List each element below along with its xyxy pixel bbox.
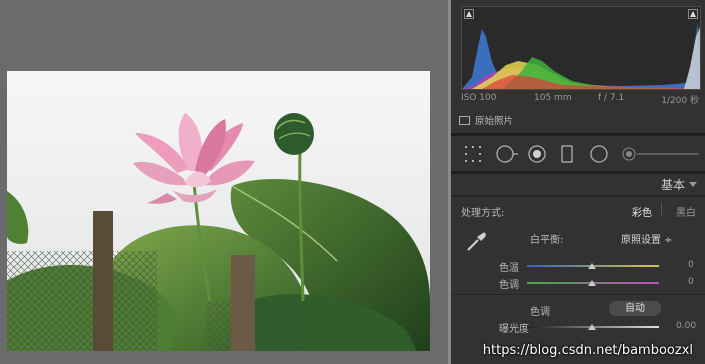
- white-balance-select[interactable]: 原照设置 ÷: [621, 231, 673, 246]
- section-divider: [451, 195, 705, 197]
- temp-label: 色温: [499, 263, 519, 274]
- tone-label: 色调: [530, 307, 550, 318]
- section-divider: [451, 133, 705, 136]
- watermark-text: https://blog.csdn.net/bamboozxl: [482, 343, 693, 358]
- collapse-triangle-icon[interactable]: [689, 182, 697, 187]
- tint-value[interactable]: 0: [688, 277, 694, 287]
- treatment-bw-option[interactable]: 黑白: [676, 204, 696, 219]
- shutter-speed: 1/200 秒: [661, 96, 699, 106]
- auto-tone-button[interactable]: 自动: [609, 301, 661, 316]
- tool-strip: [451, 140, 705, 168]
- crop-overlay-icon[interactable]: [463, 144, 483, 164]
- white-balance-label: 白平衡:: [530, 235, 564, 246]
- histogram-exif: ISO 100 105 mm f / 7.1 1/200 秒: [461, 93, 699, 107]
- focal-length: 105 mm: [534, 93, 572, 103]
- treatment-label: 处理方式:: [461, 208, 505, 219]
- radial-filter-icon[interactable]: [588, 144, 610, 164]
- original-photo-toggle[interactable]: 原始照片: [459, 113, 513, 127]
- treatment-separator: [661, 202, 662, 216]
- tint-thumb[interactable]: [588, 280, 596, 286]
- red-eye-icon[interactable]: [527, 144, 547, 164]
- original-photo-checkbox[interactable]: [459, 115, 470, 125]
- tint-label: 色调: [499, 280, 519, 291]
- exposure-value[interactable]: 0.00: [676, 321, 696, 331]
- histogram: [461, 6, 701, 90]
- eyedropper-icon[interactable]: [465, 229, 489, 253]
- section-divider: [451, 294, 705, 295]
- exposure-label: 曝光度: [499, 324, 529, 335]
- spot-removal-icon[interactable]: [494, 144, 518, 164]
- original-photo-label: 原始照片: [475, 116, 514, 127]
- graduated-filter-icon[interactable]: [559, 144, 575, 164]
- basic-panel-title[interactable]: 基本: [661, 176, 685, 193]
- shadow-clipping-icon[interactable]: [464, 9, 474, 19]
- image-canvas: [0, 0, 448, 364]
- photo-preview[interactable]: [7, 71, 430, 351]
- histogram-graph: [462, 22, 700, 89]
- lotus-photo: [7, 71, 430, 351]
- exposure-thumb[interactable]: [588, 324, 596, 330]
- treatment-color-option[interactable]: 彩色: [632, 204, 652, 219]
- iso-value: ISO 100: [461, 93, 497, 103]
- section-divider: [451, 171, 705, 174]
- adjustment-brush-slider[interactable]: [621, 144, 701, 164]
- develop-right-panel: ISO 100 105 mm f / 7.1 1/200 秒 原始照片 基本 处…: [451, 0, 705, 364]
- highlight-clipping-icon[interactable]: [688, 9, 698, 19]
- temp-thumb[interactable]: [588, 263, 596, 269]
- aperture: f / 7.1: [598, 93, 625, 103]
- temp-value[interactable]: 0: [688, 260, 694, 270]
